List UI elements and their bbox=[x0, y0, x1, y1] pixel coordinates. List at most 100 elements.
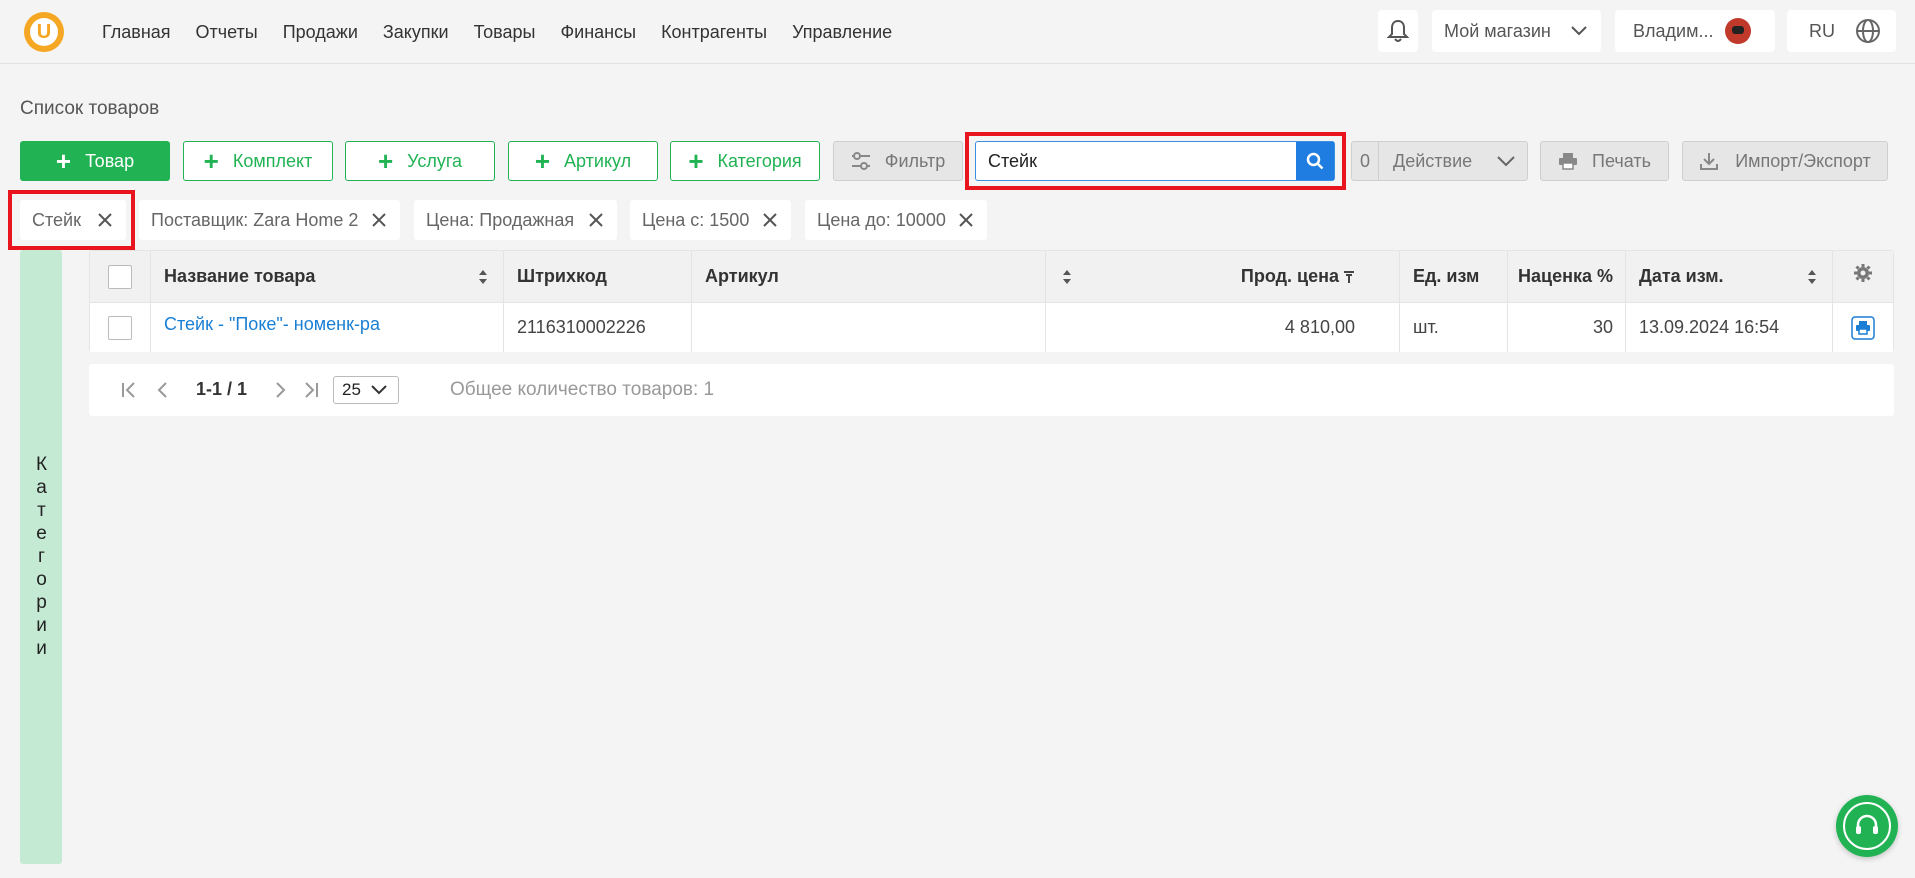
cell-date: 13.09.2024 16:54 bbox=[1626, 303, 1833, 352]
table-row[interactable]: Стейк - "Поке"- номенк-ра 2116310002226 … bbox=[90, 303, 1893, 352]
sale-price-value: 4 810,00 bbox=[1284, 317, 1355, 337]
add-kit-button[interactable]: + Комплект bbox=[183, 141, 333, 181]
nav-item-reports[interactable]: Отчеты bbox=[196, 22, 258, 43]
chevron-down-icon bbox=[1497, 155, 1515, 166]
row-select-cell bbox=[90, 303, 151, 352]
unit-value: шт. bbox=[1413, 317, 1439, 337]
search-box bbox=[975, 141, 1335, 181]
add-product-button[interactable]: + Товар bbox=[20, 141, 170, 181]
close-icon[interactable] bbox=[94, 209, 116, 231]
nav-item-finance[interactable]: Финансы bbox=[560, 22, 636, 43]
column-header-barcode[interactable]: Штрихкод bbox=[504, 251, 692, 302]
search-input[interactable] bbox=[988, 142, 1288, 180]
select-all-cell bbox=[90, 251, 151, 302]
add-article-label: Артикул bbox=[564, 150, 632, 171]
filter-chip-price-to: Цена до: 10000 bbox=[805, 200, 987, 240]
add-product-label: Товар bbox=[85, 150, 135, 171]
cell-sale-price: 4 810,00 bbox=[1046, 303, 1400, 352]
products-table: Название товара Штрихкод Артикул Прод. ц… bbox=[89, 250, 1894, 352]
chevron-down-icon bbox=[371, 385, 387, 395]
first-page-icon[interactable] bbox=[121, 381, 137, 399]
product-name-link[interactable]: Стейк - "Поке"- номенк-ра bbox=[164, 314, 380, 335]
logo-letter: U bbox=[30, 18, 58, 46]
main-menu: Главная Отчеты Продажи Закупки Товары Фи… bbox=[102, 22, 917, 43]
top-navigation: U Главная Отчеты Продажи Закупки Товары … bbox=[0, 0, 1915, 64]
page-size-select[interactable]: 25 bbox=[333, 376, 399, 404]
gear-icon bbox=[1854, 264, 1872, 282]
last-page-icon[interactable] bbox=[303, 381, 319, 399]
sort-icon[interactable] bbox=[1061, 268, 1073, 286]
total-count: Общее количество товаров: 1 bbox=[450, 379, 715, 400]
column-header-sale-price[interactable]: Прод. цена bbox=[1046, 251, 1400, 302]
column-date-label: Дата изм. bbox=[1639, 266, 1724, 286]
categories-panel-toggle[interactable]: Категории bbox=[20, 250, 62, 864]
globe-icon bbox=[1856, 19, 1880, 43]
column-header-unit[interactable]: Ед. изм bbox=[1400, 251, 1508, 302]
add-category-label: Категория bbox=[717, 150, 802, 171]
chevron-down-icon bbox=[1571, 26, 1587, 36]
next-page-icon[interactable] bbox=[275, 381, 287, 399]
app-logo[interactable]: U bbox=[24, 12, 64, 52]
close-icon[interactable] bbox=[585, 209, 607, 231]
cell-row-print bbox=[1833, 303, 1893, 352]
action-dropdown[interactable]: 0 Действие bbox=[1351, 141, 1528, 181]
date-value: 13.09.2024 16:54 bbox=[1639, 317, 1780, 337]
filter-chip-price-type: Цена: Продажная bbox=[414, 200, 617, 240]
store-selector[interactable]: Мой магазин bbox=[1432, 10, 1601, 52]
plus-icon: + bbox=[55, 146, 72, 176]
sort-desc-icon[interactable] bbox=[1343, 270, 1355, 284]
nav-item-counterparties[interactable]: Контрагенты bbox=[661, 22, 767, 43]
column-markup-label: Наценка % bbox=[1518, 266, 1613, 286]
nav-item-management[interactable]: Управление bbox=[792, 22, 892, 43]
notifications-button[interactable] bbox=[1378, 10, 1418, 52]
chip-label: Стейк bbox=[32, 209, 81, 230]
column-header-article[interactable]: Артикул bbox=[692, 251, 1046, 302]
add-service-label: Услуга bbox=[407, 150, 463, 171]
sort-icon[interactable] bbox=[477, 268, 489, 286]
download-icon bbox=[1700, 153, 1719, 170]
column-header-markup[interactable]: Наценка % bbox=[1508, 251, 1626, 302]
action-label: Действие bbox=[1393, 150, 1473, 171]
column-settings[interactable] bbox=[1833, 251, 1893, 302]
filter-chip-price-from: Цена с: 1500 bbox=[630, 200, 791, 240]
column-unit-label: Ед. изм bbox=[1413, 266, 1480, 286]
filter-label: Фильтр bbox=[884, 150, 946, 171]
column-article-label: Артикул bbox=[705, 266, 779, 286]
print-button[interactable]: Печать bbox=[1540, 141, 1669, 181]
store-name: Мой магазин bbox=[1444, 20, 1551, 41]
support-ring bbox=[1843, 802, 1891, 850]
nav-item-purchases[interactable]: Закупки bbox=[383, 22, 449, 43]
search-button[interactable] bbox=[1296, 142, 1334, 180]
chip-label: Поставщик: Zara Home 2 bbox=[151, 209, 359, 230]
column-header-date[interactable]: Дата изм. bbox=[1626, 251, 1833, 302]
select-all-checkbox[interactable] bbox=[108, 264, 132, 289]
language-selector[interactable]: RU bbox=[1787, 10, 1896, 52]
search-icon bbox=[1306, 152, 1324, 170]
column-header-name[interactable]: Название товара bbox=[151, 251, 504, 302]
printer-icon bbox=[1559, 153, 1578, 170]
nav-item-products[interactable]: Товары bbox=[474, 22, 536, 43]
chip-label: Цена до: 10000 bbox=[817, 209, 946, 230]
row-checkbox[interactable] bbox=[108, 315, 132, 340]
sliders-icon bbox=[851, 152, 870, 170]
support-chat-button[interactable] bbox=[1836, 795, 1898, 857]
add-category-button[interactable]: + Категория bbox=[670, 141, 820, 181]
close-icon[interactable] bbox=[368, 209, 390, 231]
add-service-button[interactable]: + Услуга bbox=[345, 141, 495, 181]
add-article-button[interactable]: + Артикул bbox=[508, 141, 658, 181]
selected-count: 0 bbox=[1352, 142, 1379, 180]
prev-page-icon[interactable] bbox=[156, 381, 168, 399]
column-name-label: Название товара bbox=[164, 266, 316, 286]
page-title: Список товаров bbox=[20, 98, 160, 119]
user-menu[interactable]: Владим... bbox=[1615, 10, 1775, 52]
close-icon[interactable] bbox=[955, 209, 977, 231]
pagination-bar: 1-1 / 1 25 Общее количество товаров: 1 bbox=[89, 364, 1894, 416]
close-icon[interactable] bbox=[759, 209, 781, 231]
printer-icon[interactable] bbox=[1851, 315, 1875, 340]
nav-item-home[interactable]: Главная bbox=[102, 22, 171, 43]
nav-item-sales[interactable]: Продажи bbox=[283, 22, 358, 43]
filter-button[interactable]: Фильтр bbox=[833, 141, 963, 181]
sort-icon[interactable] bbox=[1806, 268, 1818, 286]
import-export-button[interactable]: Импорт/Экспорт bbox=[1682, 141, 1888, 181]
print-label: Печать bbox=[1592, 150, 1651, 171]
